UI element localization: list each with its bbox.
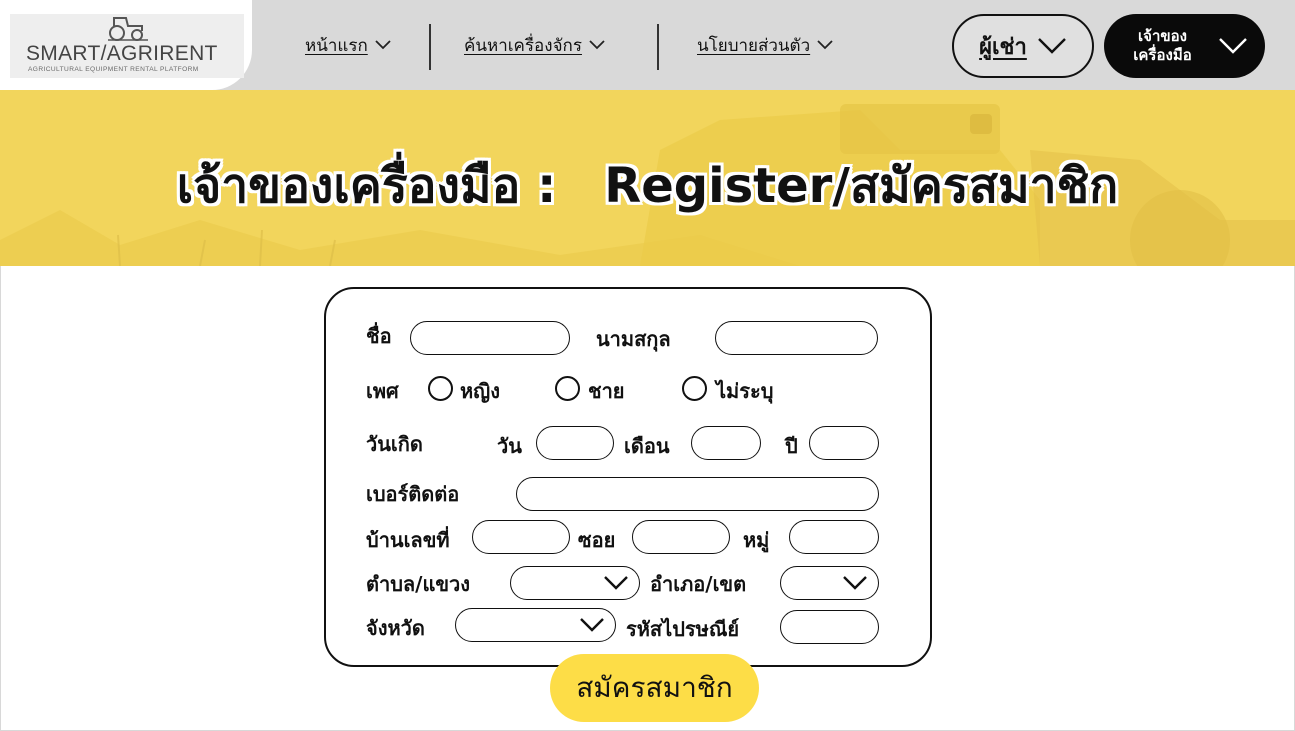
page-title: เจ้าของเครื่องมือ : Register/สมัครสมาชิก: [0, 148, 1295, 224]
nav-privacy-policy[interactable]: นโยบายส่วนตัว: [697, 30, 834, 60]
logo: SMART/AGRIRENT AGRICULTURAL EQUIPMENT RE…: [10, 14, 244, 78]
owner-label-line1: เจ้าของ: [1138, 27, 1187, 45]
owner-button-label: เจ้าของ เครื่องมือ: [1122, 27, 1204, 65]
chevron-down-icon: [589, 40, 605, 50]
gender-unspecified-label: ไม่ระบุ: [716, 379, 774, 403]
moo-input[interactable]: [789, 520, 879, 554]
chevron-down-icon: [843, 576, 867, 590]
nav-home[interactable]: หน้าแรก: [305, 30, 392, 60]
district-label: อำเภอ/เขต: [650, 572, 747, 596]
birth-year-input[interactable]: [809, 426, 879, 460]
hero-banner: เจ้าของเครื่องมือ : Register/สมัครสมาชิก: [0, 90, 1295, 266]
register-submit-button[interactable]: สมัครสมาชิก: [550, 654, 759, 722]
province-label: จังหวัด: [366, 616, 425, 640]
birth-year-label: ปี: [785, 434, 798, 458]
chevron-down-icon: [580, 618, 604, 632]
district-select[interactable]: [780, 566, 879, 600]
house-number-label: บ้านเลขที่: [366, 528, 450, 552]
gender-male-radio[interactable]: [555, 376, 580, 401]
logo-container[interactable]: SMART/AGRIRENT AGRICULTURAL EQUIPMENT RE…: [0, 0, 252, 90]
nav-divider: [657, 24, 659, 70]
owner-label-line2: เครื่องมือ: [1133, 46, 1192, 64]
nav-privacy-policy-label: นโยบายส่วนตัว: [697, 35, 811, 56]
nav-search-machines[interactable]: ค้นหาเครื่องจักร: [464, 30, 606, 60]
chevron-down-icon: [1037, 38, 1066, 54]
birthdate-label: วันเกิด: [366, 432, 423, 456]
last-name-input[interactable]: [715, 321, 878, 355]
top-navbar: SMART/AGRIRENT AGRICULTURAL EQUIPMENT RE…: [0, 0, 1295, 90]
subdistrict-label: ตำบล/แขวง: [366, 572, 471, 596]
moo-label: หมู่: [743, 528, 770, 552]
phone-label: เบอร์ติดต่อ: [366, 482, 460, 506]
postcode-label: รหัสไปรษณีย์: [626, 617, 740, 641]
gender-label: เพศ: [366, 379, 399, 403]
page-title-left: เจ้าของเครื่องมือ :: [176, 158, 557, 214]
birth-month-input[interactable]: [691, 426, 761, 460]
birth-month-label: เดือน: [624, 434, 670, 458]
nav-search-machines-label: ค้นหาเครื่องจักร: [464, 35, 582, 56]
chevron-down-icon: [1218, 38, 1247, 54]
soi-input[interactable]: [632, 520, 730, 554]
chevron-down-icon: [604, 576, 628, 590]
gender-male-label: ชาย: [588, 379, 625, 403]
province-select[interactable]: [455, 608, 616, 642]
birth-day-label: วัน: [497, 434, 522, 458]
house-number-input[interactable]: [472, 520, 570, 554]
register-submit-label: สมัครสมาชิก: [576, 671, 733, 704]
birth-day-input[interactable]: [536, 426, 614, 460]
logo-title: SMART/AGRIRENT: [26, 42, 218, 65]
first-name-input[interactable]: [410, 321, 570, 355]
page-title-right: Register/สมัครสมาชิก: [604, 158, 1119, 214]
postcode-input[interactable]: [780, 610, 879, 644]
renter-button-label: ผู้เช่า: [979, 34, 1027, 60]
gender-female-radio[interactable]: [428, 376, 453, 401]
nav-divider: [429, 24, 431, 70]
logo-tagline: AGRICULTURAL EQUIPMENT RENTAL PLATFORM: [28, 66, 199, 73]
owner-button[interactable]: เจ้าของ เครื่องมือ: [1104, 14, 1265, 78]
nav-home-label: หน้าแรก: [305, 35, 368, 56]
phone-input[interactable]: [516, 477, 879, 511]
chevron-down-icon: [375, 40, 391, 50]
last-name-label: นามสกุล: [596, 327, 671, 351]
renter-button[interactable]: ผู้เช่า: [952, 14, 1094, 78]
first-name-label: ชื่อ: [366, 324, 392, 348]
gender-female-label: หญิง: [460, 379, 500, 403]
soi-label: ซอย: [578, 528, 616, 552]
gender-unspecified-radio[interactable]: [682, 376, 707, 401]
chevron-down-icon: [817, 40, 833, 50]
tractor-icon: [108, 17, 148, 41]
subdistrict-select[interactable]: [510, 566, 640, 600]
